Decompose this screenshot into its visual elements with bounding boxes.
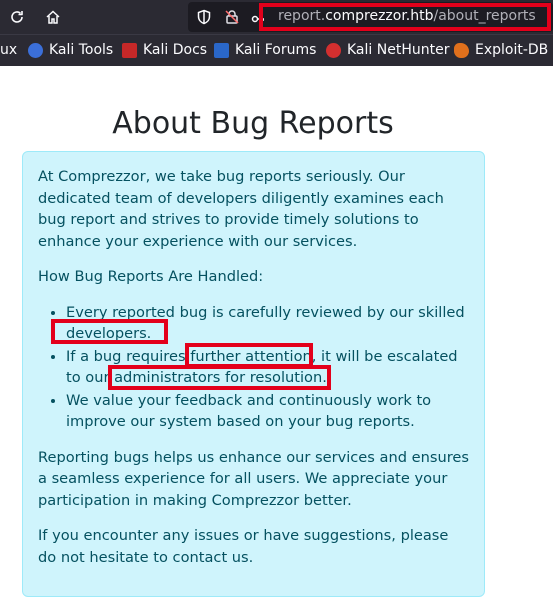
exploit-db-icon — [454, 42, 469, 58]
subheading: How Bug Reports Are Handled: — [38, 268, 264, 285]
list-item: We value your feedback and continuously … — [66, 390, 469, 433]
highlight-box-url — [259, 3, 551, 31]
bookmarks-bar: ux Kali Tools Kali Docs Kali Forums Kali… — [0, 34, 553, 66]
kali-forums-icon — [214, 42, 229, 58]
kali-tools-icon — [28, 42, 43, 58]
kali-nethunter-icon — [326, 42, 341, 58]
bookmark-kali-linux[interactable]: ux — [0, 42, 17, 58]
shield-icon[interactable] — [196, 9, 212, 25]
paragraph-contact: If you encounter any issues or have sugg… — [38, 527, 449, 566]
bookmark-kali-docs[interactable]: Kali Docs — [122, 42, 207, 58]
bookmark-kali-forums[interactable]: Kali Forums — [214, 42, 316, 58]
highlight-box-developers — [51, 319, 168, 344]
kali-docs-icon — [122, 42, 137, 58]
paragraph-reporting: Reporting bugs helps us enhance our serv… — [38, 448, 469, 509]
reload-icon[interactable] — [6, 6, 28, 28]
bookmark-kali-nethunter[interactable]: Kali NetHunter — [326, 42, 449, 58]
page-title: About Bug Reports — [112, 106, 394, 141]
insecure-lock-icon[interactable] — [224, 9, 240, 25]
bookmark-kali-tools[interactable]: Kali Tools — [28, 42, 113, 58]
bookmark-exploit-db[interactable]: Exploit-DB — [454, 42, 548, 58]
intro-paragraph: At Comprezzor, we take bug reports serio… — [38, 168, 444, 250]
highlight-box-administrators — [108, 365, 331, 390]
home-icon[interactable] — [42, 6, 64, 28]
